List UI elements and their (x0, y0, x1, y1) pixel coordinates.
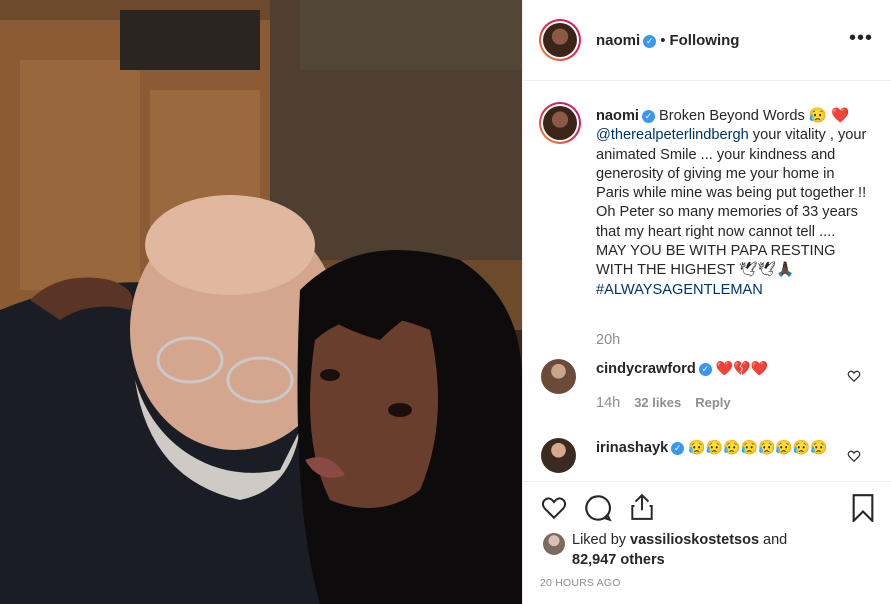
comment-text: ❤️💔❤️ (715, 360, 769, 376)
post-actions: Liked by vassilioskostetsos and 82,947 o… (523, 481, 891, 604)
comment-avatar[interactable] (541, 359, 576, 394)
comments-area[interactable]: naomi ✓ Broken Beyond Words 😥 ❤️ @thereal… (523, 82, 891, 480)
reply-button[interactable]: Reply (695, 395, 730, 410)
caption-avatar[interactable] (539, 102, 581, 144)
author-username[interactable]: naomi (596, 32, 640, 49)
comment-likes[interactable]: 32 likes (634, 395, 681, 410)
comment-like-heart-icon[interactable] (847, 369, 861, 383)
post-image (0, 0, 522, 604)
post-timestamp[interactable]: 20 HOURS AGO (540, 577, 621, 589)
following-button[interactable]: Following (669, 32, 739, 49)
likes-prefix: Liked by (572, 532, 631, 548)
header-user-line: naomi ✓ • Following (596, 32, 739, 49)
verified-badge-icon: ✓ (698, 362, 712, 376)
verified-badge-icon: ✓ (643, 34, 657, 48)
liker-username[interactable]: vassilioskostetsos (630, 532, 759, 548)
more-options-icon[interactable]: ••• (849, 28, 873, 48)
post-side-panel: naomi ✓ • Following ••• naomi ✓ Broken Beyon… (522, 0, 891, 604)
comment-username[interactable]: irinashayk (596, 440, 668, 456)
heart-icon[interactable] (540, 495, 568, 521)
comment-item: cindycrawford ✓ ❤️💔❤️ (596, 359, 826, 379)
post-header: naomi ✓ • Following ••• (523, 0, 891, 81)
comment-like-heart-icon[interactable] (847, 449, 861, 463)
likes-middle: and (759, 532, 788, 548)
verified-badge-icon: ✓ (641, 109, 655, 123)
comment-username[interactable]: cindycrawford (596, 361, 696, 377)
caption-mention-link[interactable]: @therealpeterlindbergh (596, 127, 749, 143)
share-icon[interactable] (629, 493, 655, 521)
author-avatar[interactable] (539, 19, 581, 61)
liker-avatar[interactable] (543, 533, 565, 555)
bookmark-icon[interactable] (851, 494, 875, 522)
comment-time[interactable]: 14h (596, 395, 620, 411)
verified-badge-icon: ✓ (671, 441, 685, 455)
comment-avatar[interactable] (541, 438, 576, 473)
caption-text: naomi ✓ Broken Beyond Words 😥 ❤️ @thereal… (596, 107, 868, 300)
separator-dot: • (660, 32, 666, 49)
likes-count[interactable]: 82,947 others (572, 552, 665, 568)
caption-text-part1: Broken Beyond Words 😥 (654, 108, 828, 124)
post-photo[interactable] (0, 0, 522, 604)
caption-heart-emoji: ❤️ (831, 108, 850, 124)
caption-text-part2: your vitality , your animated Smile ... … (596, 127, 867, 279)
comment-item: irinashayk ✓ 😥😥😥😥😥😥😥😥 (596, 438, 836, 458)
likes-summary: Liked by vassilioskostetsos and 82,947 o… (572, 531, 787, 570)
caption-username[interactable]: naomi (596, 108, 639, 124)
comment-icon[interactable] (584, 494, 612, 522)
caption-time[interactable]: 20h (596, 332, 620, 348)
comment-text: 😥😥😥😥😥😥😥😥 (688, 439, 828, 455)
comment-meta: 14h 32 likes Reply (596, 395, 745, 411)
caption-hashtag-link[interactable]: #ALWAYSAGENTLEMAN (596, 282, 763, 298)
